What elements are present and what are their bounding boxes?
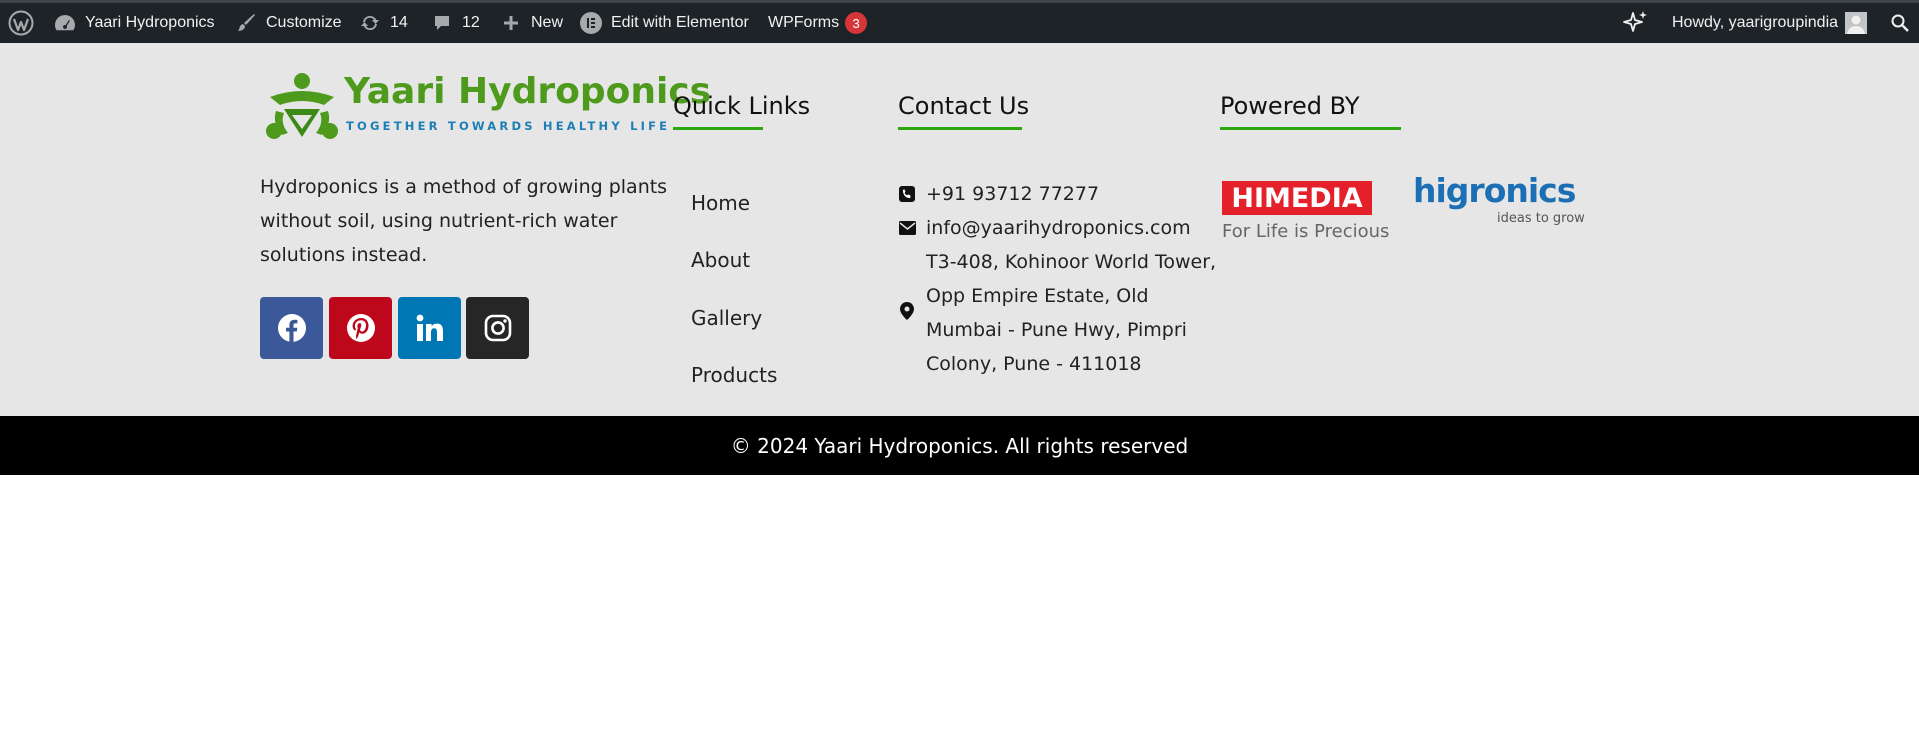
site-footer: Yaari Hydroponics TOGETHER TOWARDS HEALT… [0, 43, 1919, 416]
instagram-icon [484, 314, 511, 342]
adminbar-site-name[interactable]: Yaari Hydroponics [54, 3, 215, 43]
wordpress-logo-icon[interactable] [8, 3, 34, 43]
adminbar-wpforms[interactable]: WPForms 3 [768, 3, 868, 43]
adminbar-updates[interactable]: 14 [359, 3, 408, 43]
customize-label: Customize [266, 14, 342, 31]
envelope-icon [898, 218, 916, 238]
adminbar-my-account[interactable]: Howdy, yaarigroupindia [1672, 3, 1868, 43]
himedia-tagline: For Life is Precious [1222, 221, 1390, 242]
contact-phone[interactable]: +91 93712 77277 [898, 177, 1099, 211]
quick-links-title: Quick Links [673, 92, 811, 120]
himedia-logo[interactable]: HIMEDIA For Life is Precious [1222, 181, 1389, 242]
quick-link-home[interactable]: Home [691, 191, 750, 215]
pinterest-button[interactable] [329, 297, 392, 359]
powered-by-title: Powered BY [1220, 92, 1360, 120]
higronics-tagline: ideas to grow [1497, 211, 1585, 226]
logo-mark-icon [266, 73, 338, 139]
adminbar-new[interactable]: New [500, 3, 563, 43]
pinterest-icon [346, 314, 375, 342]
dashboard-icon [54, 12, 76, 34]
adminbar-customize[interactable]: Customize [235, 3, 342, 43]
new-label: New [531, 14, 564, 31]
higronics-wordmark: higronics [1413, 171, 1576, 210]
yaari-hydroponics-logo[interactable]: Yaari Hydroponics TOGETHER TOWARDS HEALT… [262, 71, 711, 143]
contact-us-underline [898, 127, 1022, 130]
adminbar-comments[interactable]: 12 [431, 3, 480, 43]
phone-icon [898, 184, 916, 204]
howdy-label: Howdy, yaarigroupindia [1672, 14, 1839, 31]
linkedin-button[interactable] [398, 297, 461, 359]
elementor-label: Edit with Elementor [611, 14, 749, 31]
quick-links-underline [673, 127, 763, 130]
facebook-button[interactable] [260, 297, 323, 359]
ai-sparkle-icon[interactable] [1622, 3, 1650, 43]
higronics-logo[interactable]: higronics ideas to grow [1413, 171, 1585, 226]
wpforms-label: WPForms [768, 14, 840, 31]
comment-icon [431, 12, 453, 34]
wpforms-notification-badge: 3 [845, 12, 868, 34]
contact-us-title: Contact Us [898, 92, 1030, 120]
contact-email[interactable]: info@yaarihydroponics.com [898, 211, 1191, 245]
admin-bar: Yaari Hydroponics Customize 14 12 New Ed… [0, 0, 1919, 43]
quick-link-gallery[interactable]: Gallery [691, 306, 762, 330]
powered-by-underline [1220, 127, 1401, 130]
copyright-bar: © 2024 Yaari Hydroponics. All rights res… [0, 416, 1919, 475]
plus-icon [500, 12, 522, 34]
quick-link-about[interactable]: About [691, 248, 750, 272]
himedia-wordmark: HIMEDIA [1222, 181, 1372, 215]
email-address: info@yaarihydroponics.com [926, 217, 1191, 239]
facebook-icon [277, 314, 306, 342]
contact-address: T3-408, Kohinoor World Tower, Opp Empire… [898, 245, 1218, 381]
adminbar-elementor[interactable]: Edit with Elementor [580, 3, 749, 43]
copyright-text: © 2024 Yaari Hydroponics. All rights res… [730, 433, 1189, 458]
comments-count: 12 [462, 14, 480, 31]
phone-number: +91 93712 77277 [926, 183, 1100, 205]
updates-icon [359, 12, 381, 34]
avatar [1845, 12, 1868, 34]
postal-address: T3-408, Kohinoor World Tower, Opp Empire… [926, 251, 1217, 375]
map-pin-icon [898, 301, 916, 321]
logo-title: Yaari Hydroponics [344, 71, 712, 112]
linkedin-icon [416, 314, 443, 341]
elementor-icon [580, 12, 602, 34]
instagram-button[interactable] [466, 297, 529, 359]
site-name-label: Yaari Hydroponics [85, 14, 215, 31]
brush-icon [235, 12, 257, 34]
updates-count: 14 [390, 14, 408, 31]
about-description: Hydroponics is a method of growing plant… [260, 176, 668, 266]
logo-tagline: TOGETHER TOWARDS HEALTHY LIFE [346, 119, 671, 133]
search-icon[interactable] [1890, 3, 1910, 43]
quick-link-products[interactable]: Products [691, 363, 777, 387]
